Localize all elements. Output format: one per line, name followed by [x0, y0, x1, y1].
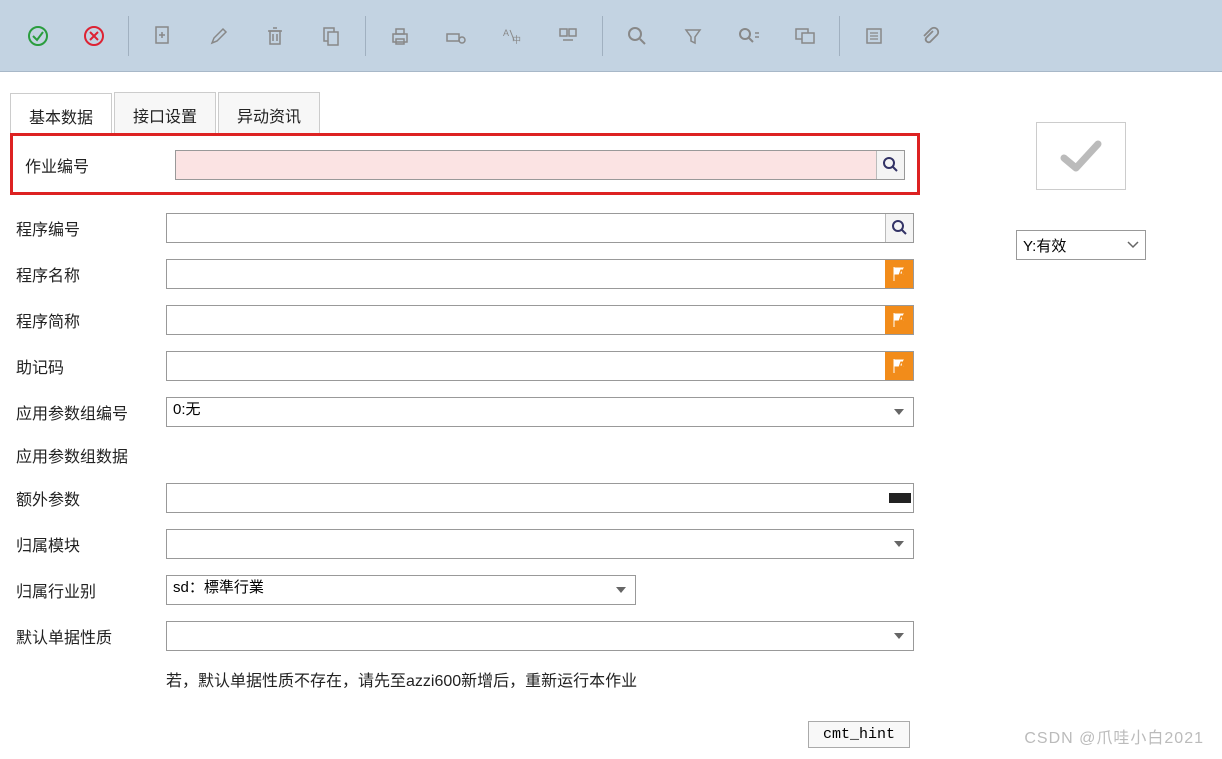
tab-basic-data[interactable]: 基本数据	[10, 93, 112, 136]
svg-text:A: A	[898, 314, 905, 324]
mnemonic-field: A	[166, 351, 914, 381]
prog-name-input[interactable]	[167, 260, 885, 288]
chevron-down-icon	[1127, 241, 1139, 249]
copy-button[interactable]	[303, 15, 359, 57]
cancel-button[interactable]	[66, 15, 122, 57]
label-param-group-no: 应用参数组编号	[16, 400, 166, 424]
new-doc-button[interactable]	[135, 15, 191, 57]
label-mnemonic: 助记码	[16, 354, 166, 378]
default-doc-select[interactable]	[166, 621, 914, 651]
filter-button[interactable]	[665, 15, 721, 57]
toolbar-separator	[602, 16, 603, 56]
module-select-wrap	[166, 529, 914, 559]
print-button[interactable]	[372, 15, 428, 57]
status-value: Y:有效	[1023, 235, 1066, 256]
flag-icon[interactable]: A	[885, 260, 913, 288]
confirm-button[interactable]	[10, 15, 66, 57]
search-button[interactable]	[609, 15, 665, 57]
flag-icon[interactable]: A	[885, 352, 913, 380]
print-preview-button[interactable]	[428, 15, 484, 57]
label-prog-name: 程序名称	[16, 262, 166, 286]
label-prog-short: 程序简称	[16, 308, 166, 332]
hint-text: 若，默认单据性质不存在，请先至azzi600新增后，重新运行本作业	[10, 667, 920, 691]
prog-no-field	[166, 213, 914, 243]
status-check-icon	[1036, 122, 1126, 190]
window-button[interactable]	[777, 15, 833, 57]
job-no-input[interactable]	[176, 151, 876, 179]
translate-button[interactable]: A中	[484, 15, 540, 57]
label-job-no: 作业编号	[25, 153, 175, 177]
label-prog-no: 程序编号	[16, 216, 166, 240]
extra-param-field	[166, 483, 914, 513]
tab-bar: 基本数据 接口设置 异动资讯	[10, 92, 920, 136]
toolbar-separator	[839, 16, 840, 56]
label-module: 归属模块	[16, 532, 166, 556]
param-group-no-select[interactable]: 0:无	[166, 397, 914, 427]
prog-no-input[interactable]	[167, 214, 885, 242]
cmt-hint-button[interactable]: cmt_hint	[808, 721, 910, 748]
toolbar-separator	[365, 16, 366, 56]
module-select[interactable]	[166, 529, 914, 559]
edit-button[interactable]	[191, 15, 247, 57]
svg-text:A: A	[898, 360, 905, 370]
delete-button[interactable]	[247, 15, 303, 57]
watermark-text: CSDN @爪哇小白2021	[1024, 724, 1204, 748]
main-toolbar: A中	[0, 0, 1222, 72]
tab-change-info[interactable]: 异动资讯	[218, 92, 320, 135]
label-param-group-data: 应用参数组数据	[16, 443, 914, 467]
export-button[interactable]	[540, 15, 596, 57]
extra-param-indicator	[889, 493, 911, 503]
param-group-no-select-wrap: 0:无	[166, 397, 914, 427]
job-no-lookup-icon[interactable]	[876, 151, 904, 179]
industry-select-wrap: sd：標準行業	[166, 575, 636, 605]
prog-short-input[interactable]	[167, 306, 885, 334]
extra-param-input[interactable]	[167, 484, 889, 512]
industry-select[interactable]: sd：標準行業	[166, 575, 636, 605]
tab-interface-settings[interactable]: 接口设置	[114, 92, 216, 135]
label-default-doc: 默认单据性质	[16, 624, 166, 648]
prog-short-field: A	[166, 305, 914, 335]
prog-name-field: A	[166, 259, 914, 289]
advanced-search-button[interactable]	[721, 15, 777, 57]
toolbar-separator	[128, 16, 129, 56]
flag-icon[interactable]: A	[885, 306, 913, 334]
svg-text:A: A	[503, 28, 509, 38]
mnemonic-input[interactable]	[167, 352, 885, 380]
side-panel: Y:有效	[920, 92, 1212, 748]
prog-no-lookup-icon[interactable]	[885, 214, 913, 242]
attachment-button[interactable]	[902, 15, 958, 57]
svg-text:A: A	[898, 268, 905, 278]
label-extra-param: 额外参数	[16, 486, 166, 510]
job-no-field	[175, 150, 905, 180]
job-no-highlight: 作业编号	[10, 133, 920, 195]
default-doc-select-wrap	[166, 621, 914, 651]
list-button[interactable]	[846, 15, 902, 57]
label-industry: 归属行业别	[16, 578, 166, 602]
status-select[interactable]: Y:有效	[1016, 230, 1146, 260]
